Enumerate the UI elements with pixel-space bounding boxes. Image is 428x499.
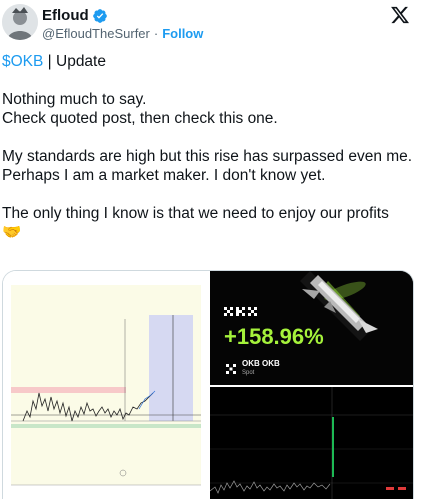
update-text: | Update (43, 53, 106, 70)
okx-card-image[interactable]: +158.96% OKB OKB Spot (210, 271, 413, 385)
display-name[interactable]: Efloud (42, 7, 89, 24)
handle[interactable]: @EfloudTheSurfer (42, 26, 150, 41)
media-grid: +158.96% OKB OKB Spot (2, 270, 414, 499)
verified-badge-icon (92, 8, 108, 24)
tweet-line-5: The only thing I know is that we need to… (2, 205, 389, 222)
name-row: Efloud (42, 7, 108, 24)
okx-logo-icon (224, 306, 258, 318)
chart-image[interactable] (3, 271, 208, 499)
handle-row: @EfloudTheSurfer · Follow (42, 26, 203, 41)
coin-market: Spot (242, 370, 255, 376)
separator: · (153, 26, 159, 41)
tweet-line-2: Check quoted post, then check this one. (2, 110, 278, 127)
x-logo-icon[interactable] (390, 5, 410, 25)
cashtag-link[interactable]: $OKB (2, 53, 43, 70)
tweet-line-3: My standards are high but this rise has … (2, 148, 413, 165)
tweet-line-1: Nothing much to say. (2, 91, 147, 108)
handshake-emoji: 🤝 (2, 224, 22, 241)
tweet-line-4: Perhaps I am a market maker. I don't kno… (2, 167, 326, 184)
price-change-percent: +158.96% (224, 324, 324, 349)
tweet-header: Efloud @EfloudTheSurfer · Follow (0, 0, 428, 44)
coin-name: OKB OKB (242, 359, 280, 368)
tweet-text: $OKB | Update Nothing much to say. Check… (2, 52, 422, 242)
tweet-line-update: $OKB | Update (2, 52, 422, 71)
dark-chart-image[interactable] (209, 387, 413, 499)
follow-button[interactable]: Follow (162, 26, 203, 41)
avatar[interactable] (2, 4, 38, 40)
okb-coin-icon (226, 361, 236, 374)
